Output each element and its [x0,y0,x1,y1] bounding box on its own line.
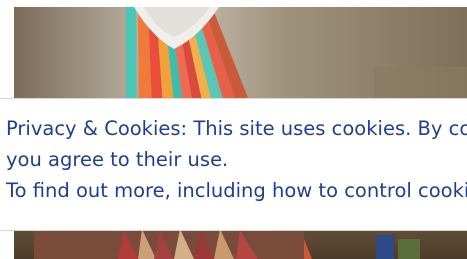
cookie-notice-line-3: To find out more, including how to contr… [6,179,467,202]
cookie-notice-line-2: you agree to their use. [6,148,229,171]
cookie-notice-banner: Privacy & Cookies: This site uses cookie… [0,98,467,231]
cookie-notice-line-1: Privacy & Cookies: This site uses cookie… [6,117,467,140]
cookie-notice-text: Privacy & Cookies: This site uses cookie… [6,113,467,206]
